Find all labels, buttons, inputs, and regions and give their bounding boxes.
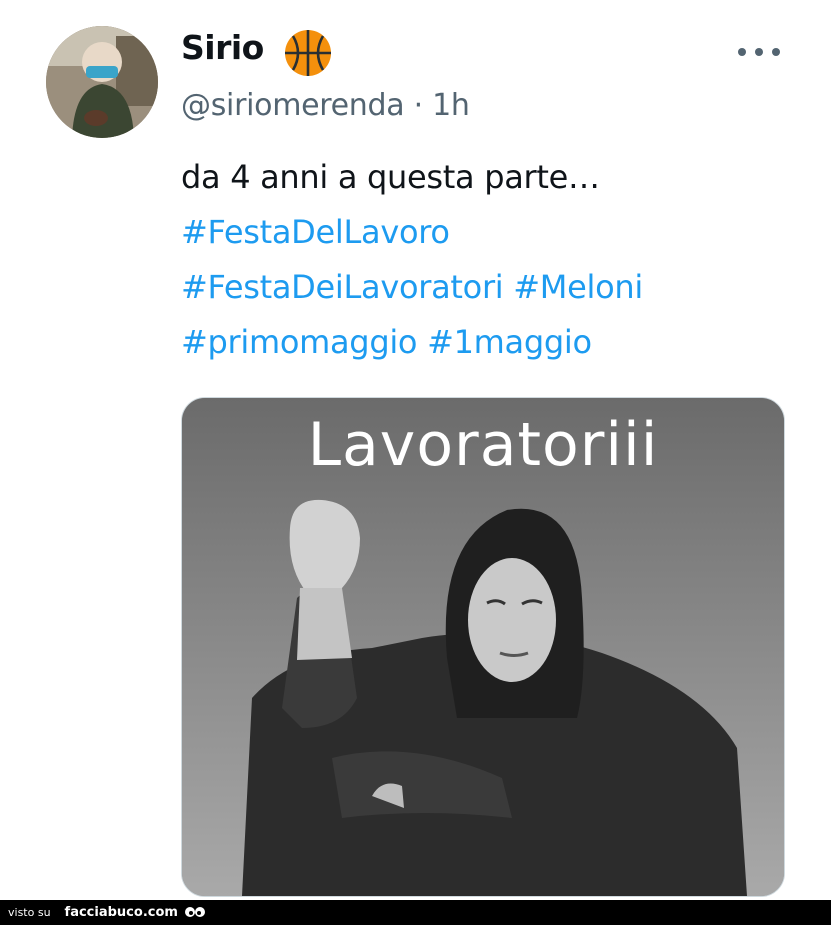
tweet-plain-text: da 4 anni a questa parte…	[181, 158, 600, 196]
more-options-button[interactable]	[738, 40, 780, 64]
more-dot-icon	[738, 48, 746, 56]
hashtag-link[interactable]: #FestaDeiLavoratori	[181, 268, 504, 306]
author-name[interactable]: Sirio	[181, 28, 264, 67]
more-dot-icon	[772, 48, 780, 56]
hashtag-link[interactable]: #1maggio	[427, 323, 592, 361]
more-dot-icon	[755, 48, 763, 56]
tweet-text: da 4 anni a questa parte… #FestaDelLavor…	[181, 150, 801, 370]
basketball-icon	[283, 28, 333, 78]
separator: ·	[413, 88, 424, 123]
watermark-visto: visto su	[8, 906, 51, 919]
tweet-text-line: da 4 anni a questa parte…	[181, 150, 801, 205]
tweet-text-line: #primomaggio #1maggio	[181, 315, 801, 370]
tweet-text-line: #FestaDelLavoro	[181, 205, 801, 260]
tweet-media-image[interactable]: Lavoratoriii	[181, 397, 785, 897]
meme-caption: Lavoratoriii	[307, 410, 659, 480]
watermark-bar: visto su facciabuco.com	[0, 900, 831, 925]
watermark-site: facciabuco.com	[64, 905, 178, 920]
hashtag-link[interactable]: #FestaDelLavoro	[181, 213, 450, 251]
avatar-image	[46, 26, 158, 138]
author-avatar[interactable]	[46, 26, 158, 138]
timestamp[interactable]: 1h	[432, 88, 470, 123]
author-handle-line: @siriomerenda · 1h	[181, 88, 470, 123]
hashtag-link[interactable]: #Meloni	[513, 268, 643, 306]
tweet-text-line: #FestaDeiLavoratori #Meloni	[181, 260, 801, 315]
facciabuco-logo-icon	[184, 906, 205, 917]
hashtag-link[interactable]: #primomaggio	[181, 323, 418, 361]
author-handle[interactable]: @siriomerenda	[181, 88, 405, 123]
